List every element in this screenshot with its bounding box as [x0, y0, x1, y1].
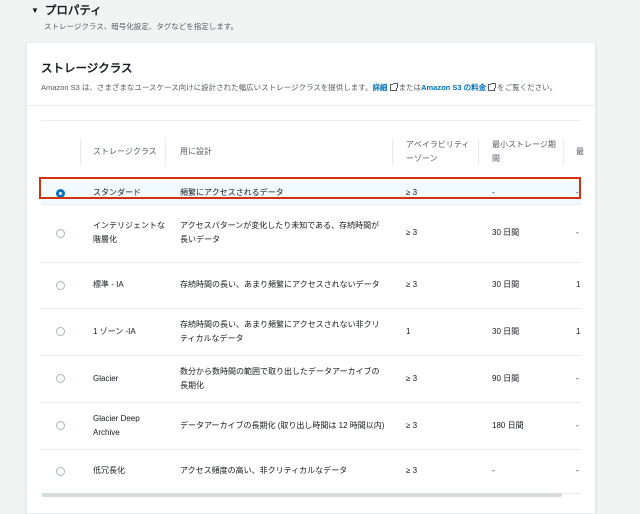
radio-standard-ia[interactable] [56, 280, 65, 290]
row-next: - [576, 420, 579, 430]
row-class-name: 標準 - IA [93, 280, 124, 289]
row-designed-for: 存続時間の長い、あまり頻繁にアクセスされないデータ [180, 280, 380, 289]
row-az: ≥ 3 [406, 188, 418, 197]
row-designed-for: 頻繁にアクセスされるデータ [180, 188, 284, 197]
row-designed-for: アクセスパターンが変化したり未知である、存続時間が長いデータ [180, 221, 380, 244]
description-suffix: をご覧ください。 [497, 83, 558, 92]
row-next: 1 [576, 326, 581, 336]
description-middle: または [398, 83, 422, 92]
radio-glacier[interactable] [56, 374, 65, 383]
row-next: - [576, 228, 579, 237]
storage-class-description: Amazon S3 は、さまざまなユースケース向けに設計された幅広いストレージク… [41, 82, 557, 93]
properties-subtitle: ストレージクラス、暗号化設定、タグなどを指定します。 [44, 22, 238, 31]
row-class-name: インテリジェントな階層化 [93, 221, 165, 244]
storage-class-header: ストレージクラス Amazon S3 は、さまざまなユースケース向けに設計された… [27, 43, 595, 106]
row-min-duration: 30 日間 [492, 326, 520, 336]
header-storage-class: ストレージクラス [93, 146, 157, 156]
row-az: ≥ 3 [406, 420, 418, 430]
row-min-duration: - [492, 188, 495, 197]
header-min-storage-duration: 最小ストレージ期間 [492, 139, 556, 163]
radio-intelligent-tiering[interactable] [56, 228, 65, 238]
table-row[interactable]: Glacier Deep Archive データアーカイブの長期化 (取り出し時… [41, 402, 581, 450]
caret-down-icon: ▼ [31, 5, 39, 15]
row-class-name: 1 ゾーン -IA [93, 326, 136, 336]
row-designed-for: アクセス頻度の高い、非クリティカルなデータ [180, 466, 348, 475]
row-designed-for: 数分から数時間の範囲で取り出したデータアーカイブの長期化 [180, 366, 380, 390]
header-availability-zones: アベイラビリティーゾーン [406, 139, 470, 163]
horizontal-scrollbar[interactable] [42, 493, 562, 497]
details-link[interactable]: 詳細 [373, 82, 388, 93]
row-class-name: スタンダード [93, 188, 141, 197]
row-min-duration: - [492, 466, 495, 475]
row-class-name: Glacier Deep Archive [93, 413, 140, 437]
header-designed-for: 用に設計 [180, 146, 212, 156]
properties-title: プロパティ [44, 5, 102, 17]
table-row[interactable]: 1 ゾーン -IA 存続時間の長い、あまり頻繁にアクセスされない非クリティカルな… [41, 308, 581, 356]
description-prefix: Amazon S3 は、さまざまなユースケース向けに設計された幅広いストレージク… [41, 83, 373, 92]
radio-reduced-redundancy[interactable] [56, 466, 65, 476]
radio-standard[interactable] [56, 188, 65, 198]
table-header-row: ストレージクラス 用に設計 アベイラビリティーゾーン 最小ストレージ期間 最 [41, 121, 584, 183]
radio-glacier-deep-archive[interactable] [56, 421, 65, 430]
row-min-duration: 180 日間 [492, 420, 524, 430]
row-min-duration: 30 日間 [492, 280, 520, 289]
row-designed-for: 存続時間の長い、あまり頻繁にアクセスされない非クリティカルなデータ [180, 319, 380, 343]
header-next-column: 最 [576, 146, 584, 156]
pricing-link[interactable]: Amazon S3 の料金 [421, 82, 486, 93]
radio-one-zone-ia[interactable] [56, 327, 65, 336]
storage-class-title: ストレージクラス [41, 63, 133, 75]
external-link-icon [488, 83, 497, 91]
row-az: ≥ 3 [406, 466, 418, 475]
row-class-name: Glacier [93, 373, 119, 383]
row-next: - [576, 466, 579, 475]
row-min-duration: 90 日間 [492, 373, 520, 383]
table-row[interactable]: スタンダード 頻繁にアクセスされるデータ ≥ 3 - - [41, 182, 581, 205]
row-designed-for: データアーカイブの長期化 (取り出し時間は 12 時間以内) [180, 420, 385, 430]
table-row[interactable]: Glacier 数分から数時間の範囲で取り出したデータアーカイブの長期化 ≥ 3… [41, 355, 581, 403]
row-az: ≥ 3 [406, 228, 418, 237]
table-row[interactable]: 標準 - IA 存続時間の長い、あまり頻繁にアクセスされないデータ ≥ 3 30… [41, 262, 581, 309]
row-next: - [576, 188, 579, 197]
table-row[interactable]: インテリジェントな階層化 アクセスパターンが変化したり未知である、存続時間が長い… [41, 204, 581, 263]
row-az: ≥ 3 [406, 373, 418, 383]
properties-section-header: ▼ プロパティ ストレージクラス、暗号化設定、タグなどを指定します。 [0, 0, 640, 40]
row-next: 1 [576, 280, 581, 289]
storage-class-panel: ストレージクラス Amazon S3 は、さまざまなユースケース向けに設計された… [26, 42, 596, 514]
properties-toggle[interactable]: ▼ プロパティ [31, 2, 102, 18]
row-min-duration: 30 日間 [492, 228, 520, 237]
external-link-icon [389, 83, 398, 91]
row-next: - [576, 373, 579, 383]
storage-class-table: ストレージクラス 用に設計 アベイラビリティーゾーン 最小ストレージ期間 最 ス… [41, 120, 584, 513]
row-az: ≥ 3 [406, 280, 418, 289]
row-az: 1 [406, 326, 411, 336]
row-class-name: 低冗長化 [93, 466, 125, 475]
table-row[interactable]: 低冗長化 アクセス頻度の高い、非クリティカルなデータ ≥ 3 - - [41, 449, 581, 494]
